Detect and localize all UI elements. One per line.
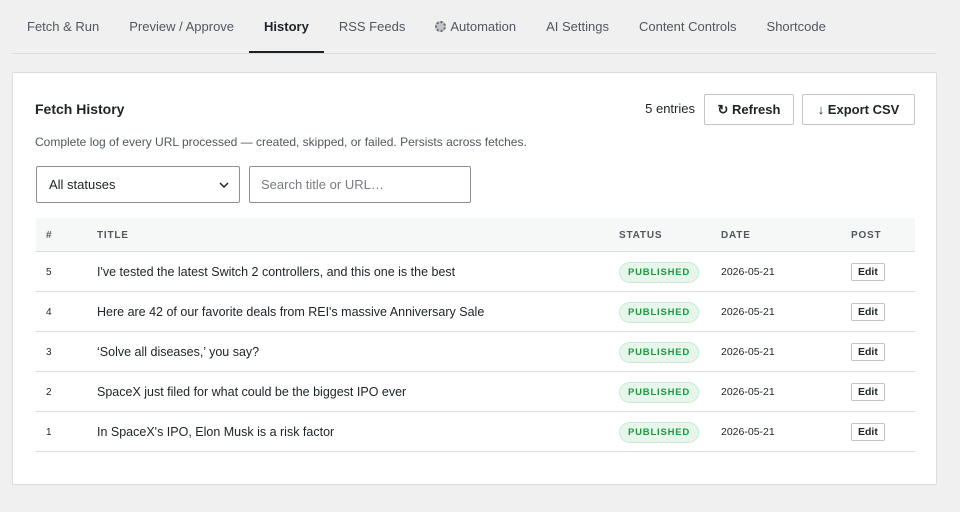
table-row: 5 I've tested the latest Switch 2 contro…: [36, 252, 915, 292]
status-cell: PUBLISHED: [619, 372, 700, 412]
row-date: 2026-05-21: [721, 386, 775, 398]
panel-title: Fetch History: [35, 101, 125, 117]
status-badge: PUBLISHED: [619, 261, 700, 283]
col-title-header: TITLE: [97, 230, 129, 241]
tab-label: Fetch & Run: [27, 18, 100, 34]
edit-button[interactable]: Edit: [851, 343, 885, 361]
col-num-header: #: [46, 230, 53, 241]
row-title: SpaceX just filed for what could be the …: [97, 385, 407, 399]
row-number: 5: [46, 266, 52, 278]
status-filter-select[interactable]: All statuses: [36, 166, 240, 203]
row-date: 2026-05-21: [721, 306, 775, 318]
status-cell: PUBLISHED: [619, 292, 700, 332]
row-title: ‘Solve all diseases,’ you say?: [97, 345, 260, 359]
post-cell: Edit: [851, 412, 885, 452]
panel-description: Complete log of every URL processed — cr…: [35, 135, 527, 149]
tab-rss-feeds[interactable]: RSS Feeds: [324, 0, 420, 53]
table-row: 4 Here are 42 of our favorite deals from…: [36, 292, 915, 332]
row-date: 2026-05-21: [721, 426, 775, 438]
tab-label: History: [264, 18, 309, 34]
status-cell: PUBLISHED: [619, 332, 700, 372]
post-cell: Edit: [851, 332, 885, 372]
status-badge: PUBLISHED: [619, 341, 700, 363]
edit-button[interactable]: Edit: [851, 383, 885, 401]
post-cell: Edit: [851, 292, 885, 332]
tab-label: Content Controls: [638, 18, 737, 34]
edit-button[interactable]: Edit: [851, 303, 885, 321]
tab-bar: Fetch & Run Preview / Approve History RS…: [12, 0, 936, 54]
chevron-down-icon: [219, 182, 229, 189]
history-table: # TITLE STATUS DATE POST 5 I've tested t…: [36, 218, 915, 452]
row-number: 1: [46, 426, 52, 438]
tab-label: AI Settings: [546, 18, 609, 34]
fetch-history-panel: Fetch History 5 entries ↻ Refresh ↓ Expo…: [12, 72, 937, 485]
row-title: Here are 42 of our favorite deals from R…: [97, 305, 485, 319]
export-csv-button[interactable]: ↓ Export CSV: [802, 94, 915, 125]
row-date: 2026-05-21: [721, 266, 775, 278]
status-filter-value: All statuses: [49, 177, 116, 192]
row-number: 2: [46, 386, 52, 398]
tab-label: Automation: [450, 18, 517, 34]
status-cell: PUBLISHED: [619, 412, 700, 452]
table-row: 2 SpaceX just filed for what could be th…: [36, 372, 915, 412]
status-badge: PUBLISHED: [619, 301, 700, 323]
tab-label: Shortcode: [766, 18, 826, 34]
table-row: 3 ‘Solve all diseases,’ you say? PUBLISH…: [36, 332, 915, 372]
edit-button[interactable]: Edit: [851, 423, 885, 441]
row-number: 3: [46, 346, 52, 358]
tab-shortcode[interactable]: Shortcode: [752, 0, 841, 53]
entries-count: 5 entries: [645, 101, 695, 116]
tab-preview-approve[interactable]: Preview / Approve: [114, 0, 249, 53]
post-cell: Edit: [851, 372, 885, 412]
status-badge: PUBLISHED: [619, 381, 700, 403]
tab-label: RSS Feeds: [338, 18, 406, 34]
tab-fetch-run[interactable]: Fetch & Run: [12, 0, 114, 53]
row-title: I've tested the latest Switch 2 controll…: [97, 265, 456, 279]
tab-label: Preview / Approve: [129, 18, 235, 34]
col-post-header: POST: [851, 230, 882, 241]
tab-automation[interactable]: Automation: [420, 0, 531, 53]
gear-icon: [435, 20, 447, 32]
col-date-header: DATE: [721, 230, 751, 241]
col-status-header: STATUS: [619, 230, 663, 241]
refresh-button[interactable]: ↻ Refresh: [704, 94, 794, 125]
row-title: In SpaceX's IPO, Elon Musk is a risk fac…: [97, 425, 335, 439]
row-number: 4: [46, 306, 52, 318]
row-date: 2026-05-21: [721, 346, 775, 358]
tab-ai-settings[interactable]: AI Settings: [531, 0, 624, 53]
edit-button[interactable]: Edit: [851, 263, 885, 281]
status-cell: PUBLISHED: [619, 252, 700, 292]
tab-content-controls[interactable]: Content Controls: [624, 0, 752, 53]
table-row: 1 In SpaceX's IPO, Elon Musk is a risk f…: [36, 412, 915, 452]
table-header: # TITLE STATUS DATE POST: [36, 218, 915, 252]
status-badge: PUBLISHED: [619, 421, 700, 443]
search-input[interactable]: [249, 166, 471, 203]
tab-history[interactable]: History: [249, 0, 324, 53]
post-cell: Edit: [851, 252, 885, 292]
